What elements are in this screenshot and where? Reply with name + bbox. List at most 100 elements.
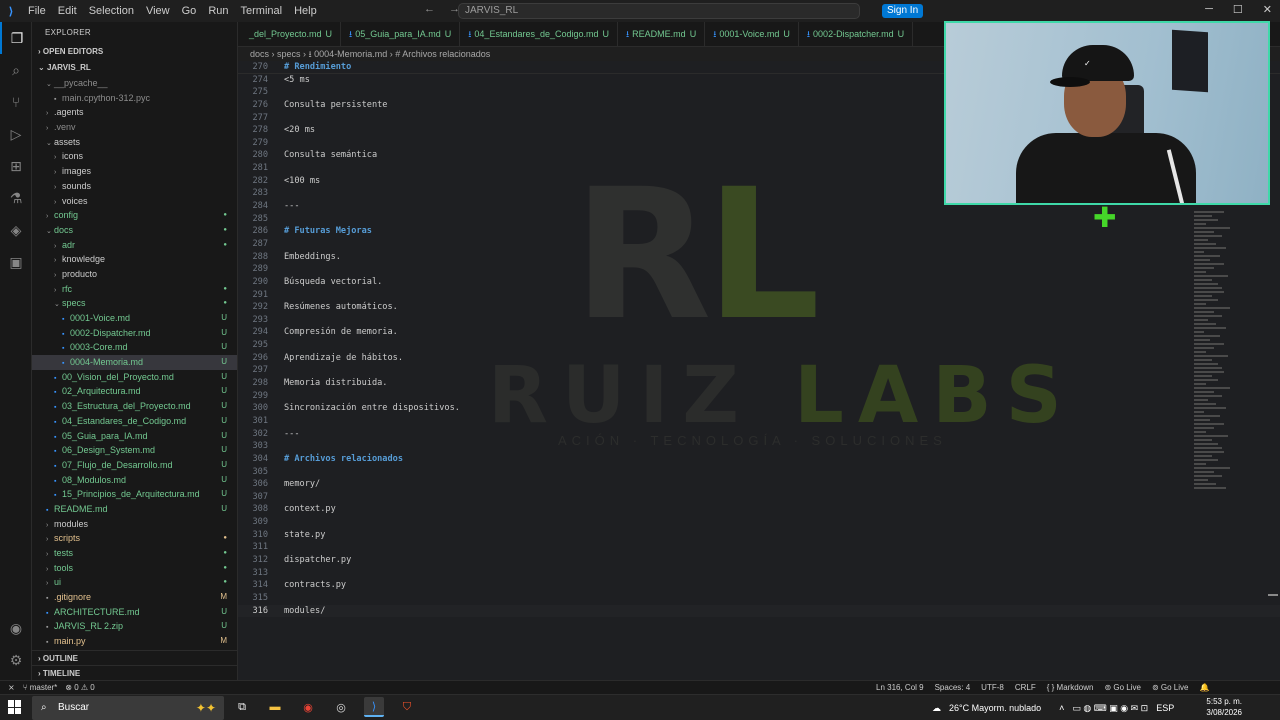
workspace-root[interactable]: ⌄ JARVIS_RL <box>32 60 237 76</box>
menu-selection[interactable]: Selection <box>83 5 140 17</box>
branch-indicator[interactable]: ⑂ master* <box>23 681 58 694</box>
settings-gear-icon[interactable]: ⚙ <box>0 644 32 676</box>
code-line[interactable]: 289 <box>238 263 1280 276</box>
line-endings[interactable]: CRLF <box>1015 681 1036 694</box>
code-line[interactable]: 304 # Archivos relacionados <box>238 453 1280 466</box>
cursor-position[interactable]: Ln 316, Col 9 <box>876 681 924 694</box>
notifications-bell-icon[interactable]: 🔔 <box>1199 681 1209 694</box>
tree-folder[interactable]: › knowledge <box>32 252 237 267</box>
minimap[interactable] <box>1194 211 1236 491</box>
code-line[interactable]: 312 dispatcher.py <box>238 554 1280 567</box>
tree-folder[interactable]: › config ● <box>32 208 237 223</box>
tree-folder[interactable]: › tests ● <box>32 546 237 561</box>
language-mode[interactable]: { } Markdown <box>1047 681 1094 694</box>
code-line[interactable]: 307 <box>238 491 1280 504</box>
weather-icon[interactable]: ☁ <box>932 703 941 714</box>
python-icon[interactable]: ◈ <box>0 214 32 246</box>
timeline-section[interactable]: › TIMELINE <box>32 665 237 680</box>
extensions-icon[interactable]: ⊞ <box>0 150 32 182</box>
code-line[interactable]: 297 <box>238 364 1280 377</box>
code-line[interactable]: 299 <box>238 390 1280 403</box>
menu-run[interactable]: Run <box>202 5 234 17</box>
tray-chevron-icon[interactable]: ˄ <box>1059 703 1064 713</box>
back-arrow-icon[interactable]: ← <box>424 3 435 15</box>
vscode-taskbar-icon[interactable]: ⟩ <box>364 697 384 717</box>
tree-folder[interactable]: › sounds <box>32 179 237 194</box>
taskbar-search[interactable]: ⌕ Buscar ✦✦ <box>32 696 224 720</box>
brave-icon[interactable]: ⛉ <box>397 697 417 717</box>
code-line[interactable]: 310 state.py <box>238 529 1280 542</box>
tree-file[interactable]: ▪ 05_Guia_para_IA.md U <box>32 429 237 444</box>
code-line[interactable]: 298 Memoria distribuida. <box>238 377 1280 390</box>
menu-terminal[interactable]: Terminal <box>235 5 289 17</box>
code-line[interactable]: 314 contracts.py <box>238 579 1280 592</box>
tree-file[interactable]: ▪ 00_Vision_del_Proyecto.md U <box>32 370 237 385</box>
code-line[interactable]: 293 <box>238 314 1280 327</box>
code-line[interactable]: 288 Embeddings. <box>238 251 1280 264</box>
code-line[interactable]: 292 Resúmenes automáticos. <box>238 301 1280 314</box>
clock[interactable]: 5:53 p. m. 3/08/2026 <box>1196 696 1242 718</box>
remote-explorer-icon[interactable]: ▣ <box>0 246 32 278</box>
editor-tab[interactable]: ⭳ 04_Estandares_de_Codigo.md U <box>460 22 619 47</box>
tree-file[interactable]: ▪ 0004-Memoria.md U <box>32 355 237 370</box>
code-line[interactable]: 302 --- <box>238 428 1280 441</box>
tree-folder[interactable]: › icons <box>32 149 237 164</box>
code-line[interactable]: 311 <box>238 541 1280 554</box>
tree-folder[interactable]: ⌄ specs ● <box>32 296 237 311</box>
menu-help[interactable]: Help <box>288 5 323 17</box>
tree-file[interactable]: ▪ 07_Flujo_de_Desarrollo.md U <box>32 458 237 473</box>
tree-file[interactable]: ▪ 0001-Voice.md U <box>32 311 237 326</box>
code-line[interactable]: 285 <box>238 213 1280 226</box>
tree-file[interactable]: ▪ 04_Estandares_de_Codigo.md U <box>32 414 237 429</box>
tree-folder[interactable]: › modules <box>32 517 237 532</box>
code-line[interactable]: 309 <box>238 516 1280 529</box>
file-explorer-icon[interactable]: ▬ <box>265 697 285 717</box>
code-line[interactable]: 313 <box>238 567 1280 580</box>
menu-file[interactable]: File <box>22 5 52 17</box>
tree-file[interactable]: ▪ 0003-Core.md U <box>32 340 237 355</box>
explorer-icon[interactable]: ❐ <box>0 22 32 54</box>
tree-folder[interactable]: › adr ● <box>32 238 237 253</box>
tree-folder[interactable]: › ui ● <box>32 575 237 590</box>
source-control-icon[interactable]: ⑂ <box>0 86 32 118</box>
editor-tab[interactable]: ⭳ 05_Guia_para_IA.md U <box>341 22 461 47</box>
tree-file[interactable]: ▪ 02_Arquitectura.md U <box>32 384 237 399</box>
tree-file[interactable]: ▪ 15_Principios_de_Arquitectura.md U <box>32 487 237 502</box>
obs-icon[interactable]: ◎ <box>331 697 351 717</box>
editor-tab[interactable]: ⭳ 0002-Dispatcher.md U <box>799 22 914 47</box>
tree-folder[interactable]: › .agents <box>32 105 237 120</box>
tree-file[interactable]: ▪ 0002-Dispatcher.md U <box>32 326 237 341</box>
tree-file[interactable]: ▪ 06_Design_System.md U <box>32 443 237 458</box>
testing-icon[interactable]: ⚗ <box>0 182 32 214</box>
code-line[interactable]: 305 <box>238 466 1280 479</box>
input-language[interactable]: ESP <box>1156 703 1174 713</box>
remote-icon[interactable]: ⨯ <box>8 681 15 694</box>
tree-file[interactable]: ▪ main.cpython-312.pyc <box>32 91 237 106</box>
code-line[interactable]: 300 Sincronización entre dispositivos. <box>238 402 1280 415</box>
tree-file[interactable]: ▪ 08_Modulos.md U <box>32 473 237 488</box>
menu-go[interactable]: Go <box>176 5 203 17</box>
code-line[interactable]: 303 <box>238 440 1280 453</box>
close-icon[interactable]: ✕ <box>1263 3 1272 16</box>
tree-folder[interactable]: › producto <box>32 267 237 282</box>
editor-tab[interactable]: ⭳ README.md U <box>618 22 706 47</box>
code-line[interactable]: 296 Aprendizaje de hábitos. <box>238 352 1280 365</box>
tree-folder[interactable]: › .venv <box>32 120 237 135</box>
tree-file[interactable]: ▪ 03_Estructura_del_Proyecto.md U <box>32 399 237 414</box>
code-line[interactable]: 316 modules/ <box>238 604 1280 618</box>
task-view-icon[interactable]: ⧉ <box>232 697 252 717</box>
tree-file[interactable]: ▪ .gitignore M <box>32 590 237 605</box>
tree-file[interactable]: ▪ main.py M <box>32 634 237 649</box>
run-debug-icon[interactable]: ▷ <box>0 118 32 150</box>
code-line[interactable]: 287 <box>238 238 1280 251</box>
code-line[interactable]: 290 Búsqueda vectorial. <box>238 276 1280 289</box>
editor-tab[interactable]: ⭳ 0001-Voice.md U <box>705 22 799 47</box>
indentation[interactable]: Spaces: 4 <box>935 681 971 694</box>
code-line[interactable]: 294 Compresión de memoria. <box>238 326 1280 339</box>
code-line[interactable]: 291 <box>238 289 1280 302</box>
go-live-button-1[interactable]: ⊚ Go Live <box>1104 681 1141 694</box>
tree-folder[interactable]: ⌄ docs ● <box>32 223 237 238</box>
code-line[interactable]: 286 # Futuras Mejoras <box>238 225 1280 238</box>
code-line[interactable]: 295 <box>238 339 1280 352</box>
tree-file[interactable]: ▪ README.md U <box>32 502 237 517</box>
